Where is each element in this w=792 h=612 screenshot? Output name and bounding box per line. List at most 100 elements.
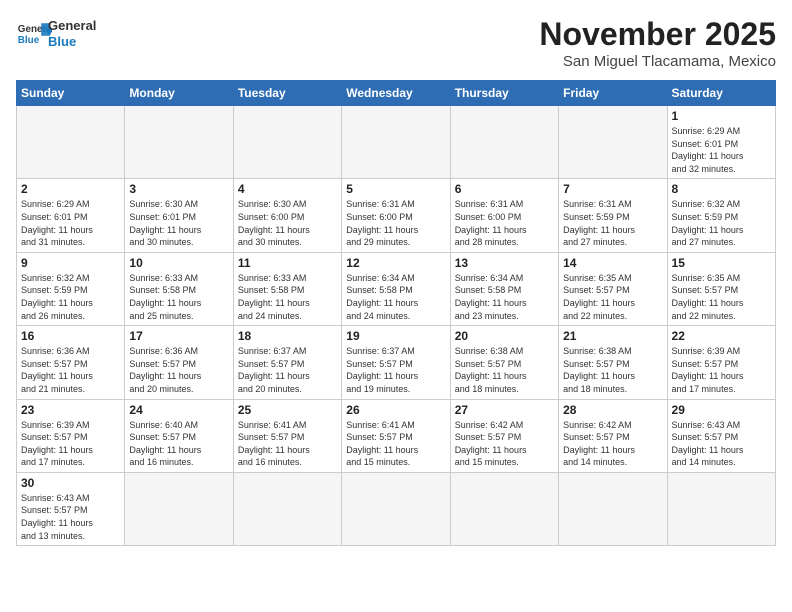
day-info: Sunrise: 6:36 AM Sunset: 5:57 PM Dayligh… xyxy=(21,345,120,395)
calendar-cell: 27 Sunrise: 6:42 AM Sunset: 5:57 PM Dayli… xyxy=(450,399,558,472)
weekday-header-wednesday: Wednesday xyxy=(342,81,450,106)
calendar-cell xyxy=(342,472,450,545)
day-info: Sunrise: 6:30 AM Sunset: 6:00 PM Dayligh… xyxy=(238,198,337,248)
day-number: 1 xyxy=(672,109,771,123)
day-number: 15 xyxy=(672,256,771,270)
day-number: 17 xyxy=(129,329,228,343)
calendar-cell: 23 Sunrise: 6:39 AM Sunset: 5:57 PM Dayli… xyxy=(17,399,125,472)
calendar-cell xyxy=(233,472,341,545)
day-number: 10 xyxy=(129,256,228,270)
day-info: Sunrise: 6:41 AM Sunset: 5:57 PM Dayligh… xyxy=(346,419,445,469)
day-number: 29 xyxy=(672,403,771,417)
day-number: 6 xyxy=(455,182,554,196)
day-number: 28 xyxy=(563,403,662,417)
calendar-cell: 4 Sunrise: 6:30 AM Sunset: 6:00 PM Daylig… xyxy=(233,179,341,252)
day-info: Sunrise: 6:30 AM Sunset: 6:01 PM Dayligh… xyxy=(129,198,228,248)
day-info: Sunrise: 6:37 AM Sunset: 5:57 PM Dayligh… xyxy=(238,345,337,395)
calendar-cell: 3 Sunrise: 6:30 AM Sunset: 6:01 PM Daylig… xyxy=(125,179,233,252)
calendar-cell xyxy=(125,472,233,545)
day-number: 22 xyxy=(672,329,771,343)
day-info: Sunrise: 6:39 AM Sunset: 5:57 PM Dayligh… xyxy=(672,345,771,395)
calendar-row-3: 9 Sunrise: 6:32 AM Sunset: 5:59 PM Daylig… xyxy=(17,252,776,325)
calendar-cell: 29 Sunrise: 6:43 AM Sunset: 5:57 PM Dayli… xyxy=(667,399,775,472)
day-number: 5 xyxy=(346,182,445,196)
day-number: 18 xyxy=(238,329,337,343)
calendar-cell: 28 Sunrise: 6:42 AM Sunset: 5:57 PM Dayli… xyxy=(559,399,667,472)
day-info: Sunrise: 6:32 AM Sunset: 5:59 PM Dayligh… xyxy=(21,272,120,322)
logo-icon: General Blue xyxy=(16,16,52,52)
calendar-cell: 2 Sunrise: 6:29 AM Sunset: 6:01 PM Daylig… xyxy=(17,179,125,252)
calendar-row-5: 23 Sunrise: 6:39 AM Sunset: 5:57 PM Dayli… xyxy=(17,399,776,472)
day-info: Sunrise: 6:35 AM Sunset: 5:57 PM Dayligh… xyxy=(563,272,662,322)
logo-blue: Blue xyxy=(48,34,96,50)
day-info: Sunrise: 6:42 AM Sunset: 5:57 PM Dayligh… xyxy=(455,419,554,469)
calendar-row-1: 1Sunrise: 6:29 AM Sunset: 6:01 PM Daylig… xyxy=(17,106,776,179)
weekday-header-thursday: Thursday xyxy=(450,81,558,106)
day-number: 8 xyxy=(672,182,771,196)
day-info: Sunrise: 6:33 AM Sunset: 5:58 PM Dayligh… xyxy=(238,272,337,322)
calendar-cell: 10Sunrise: 6:33 AM Sunset: 5:58 PM Dayli… xyxy=(125,252,233,325)
day-number: 23 xyxy=(21,403,120,417)
calendar-row-4: 16 Sunrise: 6:36 AM Sunset: 5:57 PM Dayli… xyxy=(17,326,776,399)
calendar-cell: 7 Sunrise: 6:31 AM Sunset: 5:59 PM Daylig… xyxy=(559,179,667,252)
day-number: 27 xyxy=(455,403,554,417)
day-number: 3 xyxy=(129,182,228,196)
day-number: 2 xyxy=(21,182,120,196)
day-info: Sunrise: 6:40 AM Sunset: 5:57 PM Dayligh… xyxy=(129,419,228,469)
day-number: 24 xyxy=(129,403,228,417)
calendar-cell: 25Sunrise: 6:41 AM Sunset: 5:57 PM Dayli… xyxy=(233,399,341,472)
month-title: November 2025 xyxy=(539,16,776,53)
logo-general: General xyxy=(48,18,96,34)
day-info: Sunrise: 6:31 AM Sunset: 6:00 PM Dayligh… xyxy=(455,198,554,248)
weekday-header-friday: Friday xyxy=(559,81,667,106)
svg-text:Blue: Blue xyxy=(18,35,40,46)
calendar-cell xyxy=(559,472,667,545)
day-info: Sunrise: 6:43 AM Sunset: 5:57 PM Dayligh… xyxy=(672,419,771,469)
calendar-cell: 22 Sunrise: 6:39 AM Sunset: 5:57 PM Dayli… xyxy=(667,326,775,399)
location-subtitle: San Miguel Tlacamama, Mexico xyxy=(539,53,776,70)
calendar-cell: 20Sunrise: 6:38 AM Sunset: 5:57 PM Dayli… xyxy=(450,326,558,399)
day-number: 26 xyxy=(346,403,445,417)
calendar-cell: 8 Sunrise: 6:32 AM Sunset: 5:59 PM Daylig… xyxy=(667,179,775,252)
calendar-cell: 1Sunrise: 6:29 AM Sunset: 6:01 PM Daylig… xyxy=(667,106,775,179)
calendar-cell xyxy=(17,106,125,179)
day-number: 30 xyxy=(21,476,120,490)
day-number: 25 xyxy=(238,403,337,417)
day-number: 9 xyxy=(21,256,120,270)
calendar-row-2: 2 Sunrise: 6:29 AM Sunset: 6:01 PM Daylig… xyxy=(17,179,776,252)
day-info: Sunrise: 6:38 AM Sunset: 5:57 PM Dayligh… xyxy=(563,345,662,395)
calendar-cell: 6 Sunrise: 6:31 AM Sunset: 6:00 PM Daylig… xyxy=(450,179,558,252)
calendar-cell xyxy=(233,106,341,179)
day-info: Sunrise: 6:31 AM Sunset: 5:59 PM Dayligh… xyxy=(563,198,662,248)
day-info: Sunrise: 6:39 AM Sunset: 5:57 PM Dayligh… xyxy=(21,419,120,469)
day-number: 16 xyxy=(21,329,120,343)
day-info: Sunrise: 6:38 AM Sunset: 5:57 PM Dayligh… xyxy=(455,345,554,395)
day-info: Sunrise: 6:29 AM Sunset: 6:01 PM Dayligh… xyxy=(21,198,120,248)
day-number: 21 xyxy=(563,329,662,343)
day-number: 19 xyxy=(346,329,445,343)
calendar-cell xyxy=(125,106,233,179)
day-info: Sunrise: 6:34 AM Sunset: 5:58 PM Dayligh… xyxy=(455,272,554,322)
day-info: Sunrise: 6:32 AM Sunset: 5:59 PM Dayligh… xyxy=(672,198,771,248)
weekday-header-monday: Monday xyxy=(125,81,233,106)
day-info: Sunrise: 6:36 AM Sunset: 5:57 PM Dayligh… xyxy=(129,345,228,395)
day-info: Sunrise: 6:31 AM Sunset: 6:00 PM Dayligh… xyxy=(346,198,445,248)
day-number: 11 xyxy=(238,256,337,270)
calendar-cell: 19Sunrise: 6:37 AM Sunset: 5:57 PM Dayli… xyxy=(342,326,450,399)
calendar-row-6: 30 Sunrise: 6:43 AM Sunset: 5:57 PM Dayli… xyxy=(17,472,776,545)
calendar-cell xyxy=(450,106,558,179)
calendar-cell: 9 Sunrise: 6:32 AM Sunset: 5:59 PM Daylig… xyxy=(17,252,125,325)
calendar-cell: 26 Sunrise: 6:41 AM Sunset: 5:57 PM Dayli… xyxy=(342,399,450,472)
day-info: Sunrise: 6:34 AM Sunset: 5:58 PM Dayligh… xyxy=(346,272,445,322)
header: General Blue General Blue November 2025 … xyxy=(16,16,776,70)
day-info: Sunrise: 6:35 AM Sunset: 5:57 PM Dayligh… xyxy=(672,272,771,322)
calendar-cell: 11 Sunrise: 6:33 AM Sunset: 5:58 PM Dayli… xyxy=(233,252,341,325)
weekday-header-saturday: Saturday xyxy=(667,81,775,106)
calendar-cell: 16 Sunrise: 6:36 AM Sunset: 5:57 PM Dayli… xyxy=(17,326,125,399)
day-info: Sunrise: 6:42 AM Sunset: 5:57 PM Dayligh… xyxy=(563,419,662,469)
calendar-cell: 17 Sunrise: 6:36 AM Sunset: 5:57 PM Dayli… xyxy=(125,326,233,399)
day-number: 12 xyxy=(346,256,445,270)
day-info: Sunrise: 6:43 AM Sunset: 5:57 PM Dayligh… xyxy=(21,492,120,542)
day-number: 7 xyxy=(563,182,662,196)
day-number: 4 xyxy=(238,182,337,196)
